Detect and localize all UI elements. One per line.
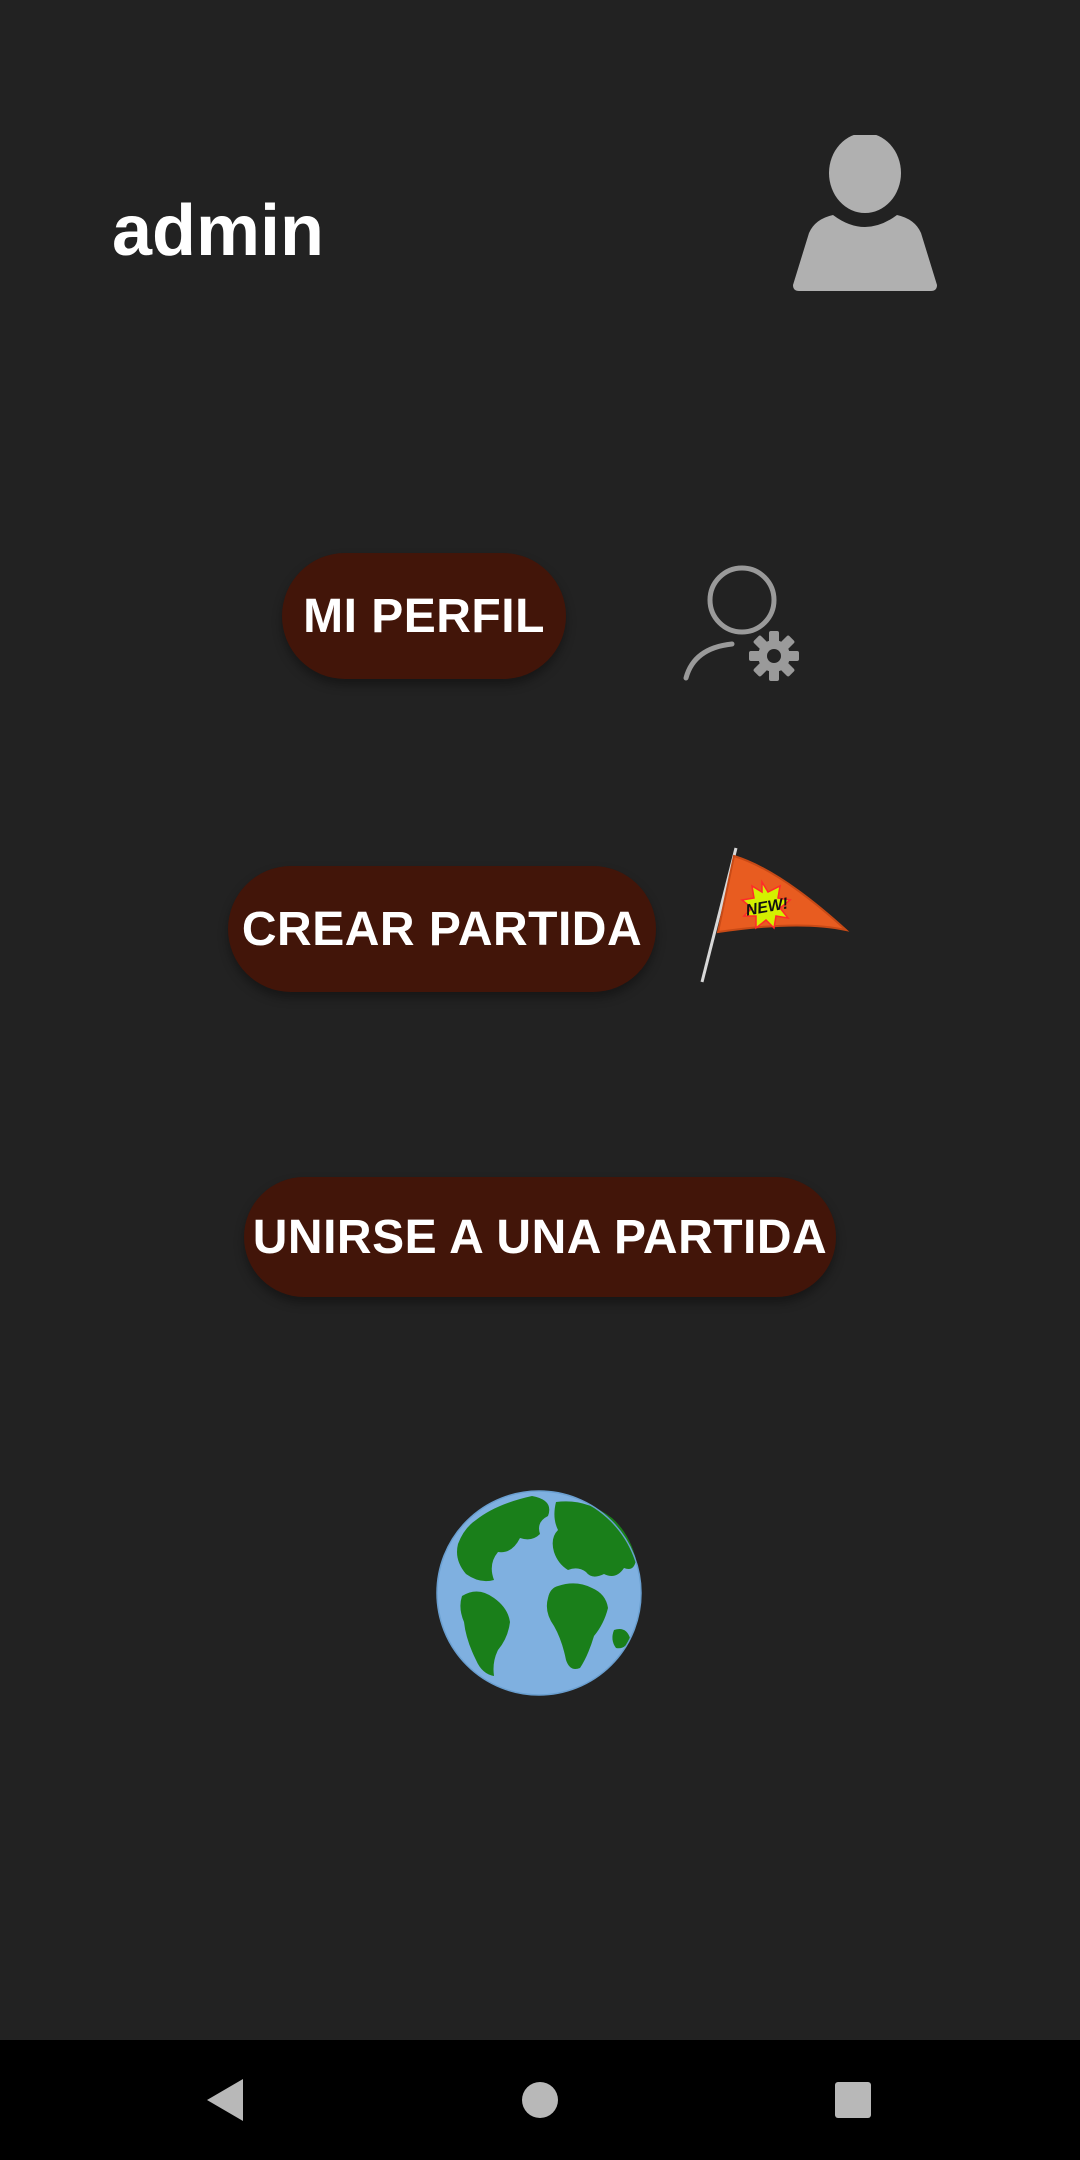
home-button[interactable] — [480, 2040, 600, 2160]
back-triangle-icon — [207, 2079, 243, 2121]
back-button[interactable] — [165, 2040, 285, 2160]
user-settings-icon[interactable] — [680, 560, 805, 685]
system-navigation-bar — [0, 2040, 1080, 2160]
new-flag-icon: NEW! — [700, 847, 850, 983]
user-silhouette-icon[interactable] — [785, 135, 945, 295]
username-label: admin — [112, 191, 325, 271]
recents-button[interactable] — [793, 2040, 913, 2160]
create-game-button[interactable]: CREAR PARTIDA — [228, 866, 656, 992]
main-menu-screen: admin MI PERFIL CREAR PARTIDA NEW! UNIRS… — [0, 0, 1080, 2160]
my-profile-button[interactable]: MI PERFIL — [282, 553, 566, 679]
globe-icon[interactable] — [436, 1490, 642, 1696]
recents-square-icon — [835, 2082, 871, 2118]
join-game-button[interactable]: UNIRSE A UNA PARTIDA — [244, 1177, 836, 1297]
home-circle-icon — [522, 2082, 558, 2118]
